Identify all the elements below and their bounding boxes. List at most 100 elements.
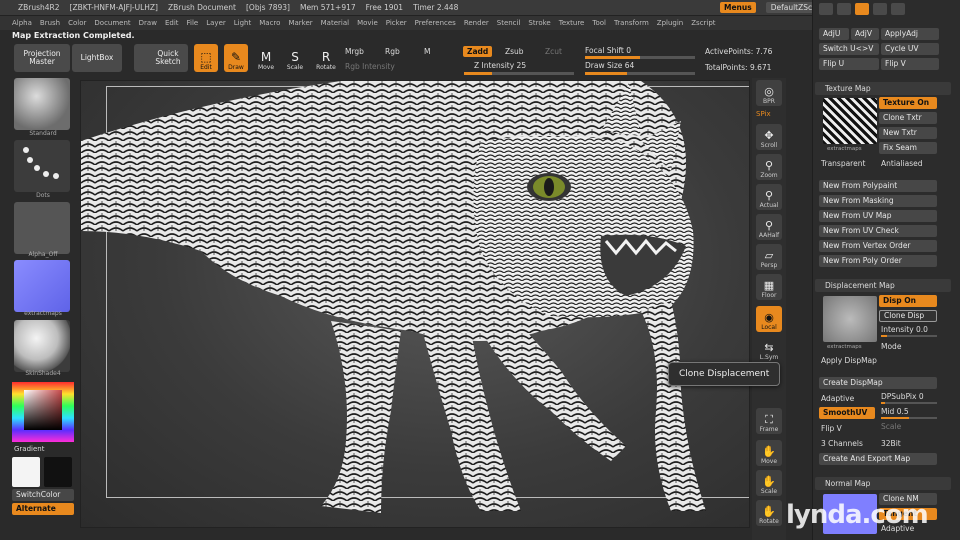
disp-scale-slider[interactable]: Scale [881, 422, 901, 431]
floor-button[interactable]: ▦ Floor [756, 274, 782, 300]
flip-u-button[interactable]: Flip U [819, 58, 879, 70]
menu-zscript[interactable]: Zscript [691, 19, 715, 27]
move-button[interactable]: M Move [254, 44, 278, 72]
alternate-button[interactable]: Alternate [12, 503, 74, 515]
color-square[interactable] [24, 390, 62, 430]
m-toggle[interactable]: M [424, 47, 430, 56]
texture-on-button[interactable]: Texture On [879, 97, 937, 109]
mode-toggle[interactable]: Mode [881, 342, 901, 351]
alpha-thumbnail[interactable] [14, 202, 70, 254]
quick-sketch-button[interactable]: Quick Sketch [134, 44, 188, 72]
displacement-map-header[interactable]: Displacement Map [815, 279, 951, 292]
fix-seam-button[interactable]: Fix Seam [879, 142, 937, 154]
menu-stroke[interactable]: Stroke [528, 19, 550, 27]
texture-map-thumbnail[interactable] [823, 98, 877, 144]
new-from-poly-order-button[interactable]: New From Poly Order [819, 255, 937, 267]
disp-on-button[interactable]: Disp On [879, 295, 937, 307]
texture-thumbnail[interactable] [14, 260, 70, 312]
new-from-masking-button[interactable]: New From Masking [819, 195, 937, 207]
transparent-toggle[interactable]: Transparent [821, 159, 865, 168]
new-txtr-button[interactable]: New Txtr [879, 127, 937, 139]
intensity-slider-track[interactable] [881, 335, 937, 337]
menu-marker[interactable]: Marker [288, 19, 312, 27]
menu-tool[interactable]: Tool [592, 19, 606, 27]
texture-map-header[interactable]: Texture Map [815, 82, 951, 95]
menus-button[interactable]: Menus [720, 2, 756, 13]
material-thumbnail[interactable] [14, 320, 70, 372]
smoothuv-toggle[interactable]: SmoothUV [819, 407, 875, 419]
adjv-button[interactable]: AdjV [851, 28, 879, 40]
scale-button[interactable]: S Scale [283, 44, 307, 72]
clone-disp-button[interactable]: Clone Disp [879, 310, 937, 322]
tray-icon-4[interactable] [873, 3, 887, 15]
disp-flip-v-toggle[interactable]: Flip V [821, 424, 842, 433]
edit-button[interactable]: ⬚ Edit [194, 44, 218, 72]
draw-size-slider[interactable] [585, 72, 695, 75]
adaptive-toggle[interactable]: Adaptive [821, 394, 854, 403]
main-color-swatch[interactable] [12, 457, 40, 487]
create-export-map-button[interactable]: Create And Export Map [819, 453, 937, 465]
menu-texture[interactable]: Texture [559, 19, 585, 27]
menu-stencil[interactable]: Stencil [497, 19, 521, 27]
menu-draw[interactable]: Draw [139, 19, 157, 27]
actual-button[interactable]: ⚲ Actual [756, 184, 782, 210]
menu-light[interactable]: Light [234, 19, 251, 27]
rgb-intensity-slider[interactable]: Rgb Intensity [345, 62, 395, 71]
menu-picker[interactable]: Picker [386, 19, 407, 27]
lightbox-button[interactable]: LightBox [72, 44, 122, 72]
intensity-slider[interactable]: Intensity 0.0 [881, 325, 928, 334]
cycle-uv-button[interactable]: Cycle UV [881, 43, 939, 55]
menu-layer[interactable]: Layer [206, 19, 226, 27]
bit-toggle[interactable]: 32Bit [881, 439, 901, 448]
frame-button[interactable]: ⛶ Frame [756, 408, 782, 434]
apply-dispmap-button[interactable]: Apply DispMap [821, 356, 877, 365]
mid-slider-track[interactable] [881, 417, 937, 419]
channels-toggle[interactable]: 3 Channels [821, 439, 863, 448]
projection-master-button[interactable]: Projection Master [14, 44, 70, 72]
new-from-polypaint-button[interactable]: New From Polypaint [819, 180, 937, 192]
displacement-map-thumbnail[interactable] [823, 296, 877, 342]
menu-document[interactable]: Document [94, 19, 130, 27]
new-from-uv-check-button[interactable]: New From UV Check [819, 225, 937, 237]
shelf-rotate-button[interactable]: ✋ Rotate [756, 500, 782, 526]
clone-txtr-button[interactable]: Clone Txtr [879, 112, 937, 124]
create-dispmap-button[interactable]: Create DispMap [819, 377, 937, 389]
shelf-move-button[interactable]: ✋ Move [756, 440, 782, 466]
dpsubpix-slider-track[interactable] [881, 402, 937, 404]
aahalf-button[interactable]: ⚲ AAHalf [756, 214, 782, 240]
shelf-scale-button[interactable]: ✋ Scale [756, 470, 782, 496]
tray-lock-icon[interactable] [855, 3, 869, 15]
applyadj-button[interactable]: ApplyAdj [881, 28, 939, 40]
lsym-button[interactable]: ⇆ L.Sym [756, 336, 782, 362]
menu-material[interactable]: Material [321, 19, 349, 27]
rotate-button[interactable]: R Rotate [314, 44, 338, 72]
menu-preferences[interactable]: Preferences [415, 19, 456, 27]
switch-uv-button[interactable]: Switch U<>V [819, 43, 879, 55]
menu-brush[interactable]: Brush [40, 19, 60, 27]
zcut-toggle[interactable]: Zcut [545, 47, 562, 56]
menu-alpha[interactable]: Alpha [12, 19, 32, 27]
tray-icon-5[interactable] [891, 3, 905, 15]
zadd-toggle[interactable]: Zadd [463, 46, 493, 57]
tray-icon-2[interactable] [837, 3, 851, 15]
adju-button[interactable]: AdjU [819, 28, 849, 40]
normal-map-header[interactable]: Normal Map [815, 477, 951, 490]
secondary-color-swatch[interactable] [44, 457, 72, 487]
new-from-uv-map-button[interactable]: New From UV Map [819, 210, 937, 222]
rgb-toggle[interactable]: Rgb [385, 47, 400, 56]
switch-color-button[interactable]: SwitchColor [12, 489, 74, 501]
menu-color[interactable]: Color [68, 19, 86, 27]
menu-macro[interactable]: Macro [259, 19, 280, 27]
mrgb-toggle[interactable]: Mrgb [345, 47, 364, 56]
stroke-thumbnail[interactable] [14, 140, 70, 192]
menu-movie[interactable]: Movie [357, 19, 378, 27]
z-intensity-slider[interactable] [464, 72, 574, 75]
new-from-vertex-order-button[interactable]: New From Vertex Order [819, 240, 937, 252]
local-button[interactable]: ◉ Local [756, 306, 782, 332]
color-picker[interactable] [12, 382, 74, 442]
scroll-button[interactable]: ✥ Scroll [756, 124, 782, 150]
mid-slider[interactable]: Mid 0.5 [881, 407, 909, 416]
antialiased-toggle[interactable]: Antialiased [881, 159, 923, 168]
persp-button[interactable]: ▱ Persp [756, 244, 782, 270]
flip-v-button[interactable]: Flip V [881, 58, 939, 70]
